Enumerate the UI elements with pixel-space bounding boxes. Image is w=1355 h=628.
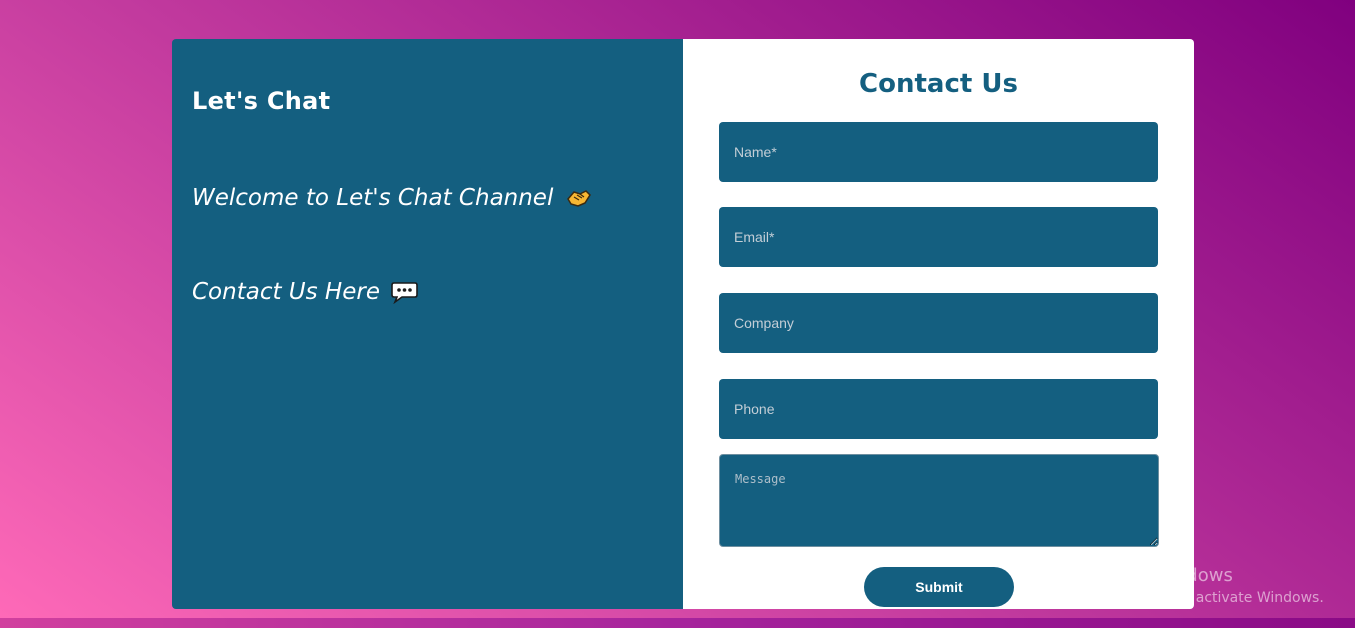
- welcome-line: Welcome to Let's Chat Channel: [192, 185, 663, 211]
- brand-title: Let's Chat: [192, 87, 331, 115]
- contact-card: Let's Chat Welcome to Let's Chat Channel…: [172, 39, 1194, 609]
- watermark-subtitle: Go to Settings to activate Windows.: [1073, 590, 1324, 606]
- name-input[interactable]: [719, 122, 1158, 182]
- company-input[interactable]: [719, 293, 1158, 353]
- watermark-title: Activate Windows: [1073, 565, 1233, 586]
- message-textarea[interactable]: [719, 454, 1159, 547]
- submit-button[interactable]: Submit: [864, 567, 1014, 607]
- speech-bubble-icon: [390, 280, 418, 305]
- contact-here-text: Contact Us Here: [192, 279, 380, 305]
- activate-windows-watermark: Activate Windows Go to Settings to activ…: [1073, 565, 1324, 606]
- contact-form: Contact Us Submit: [683, 39, 1194, 609]
- contact-here-line: Contact Us Here: [192, 279, 663, 305]
- email-input[interactable]: [719, 207, 1158, 267]
- phone-input[interactable]: [719, 379, 1158, 439]
- form-title: Contact Us: [859, 69, 1018, 99]
- info-panel: Let's Chat Welcome to Let's Chat Channel…: [172, 39, 683, 609]
- welcome-text: Welcome to Let's Chat Channel: [192, 185, 554, 211]
- bottom-bar: [0, 618, 1355, 628]
- handshake-icon: [565, 186, 593, 210]
